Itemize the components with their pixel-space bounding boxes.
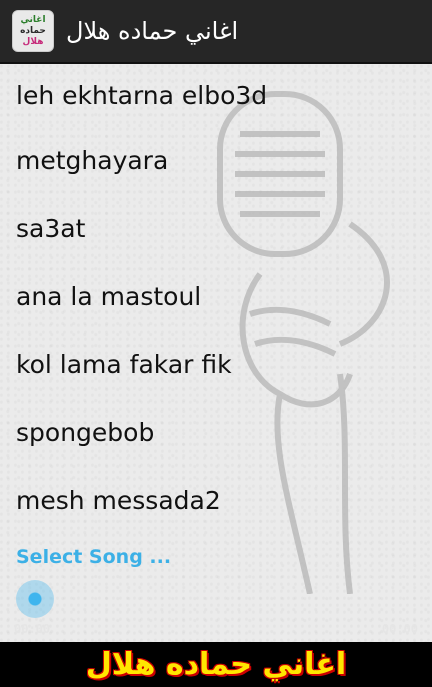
song-item[interactable]: sa3at	[0, 194, 432, 262]
seek-bar-thumb[interactable]	[16, 580, 54, 618]
song-list: leh ekhtarna elbo3d metghayara sa3at ana…	[0, 64, 432, 534]
song-item[interactable]: spongebob	[0, 398, 432, 466]
elapsed-time: 00:00	[14, 622, 51, 636]
song-item[interactable]: kol lama fakar fik	[0, 330, 432, 398]
logo-line-2: حماده	[20, 25, 46, 36]
logo-line-1: اغاني	[20, 14, 46, 25]
action-bar: اغاني حماده هلال اغاني حماده هلال	[0, 0, 432, 64]
song-item[interactable]: mesh messada2	[0, 466, 432, 534]
banner-text: اغاني حماده هلال	[85, 647, 347, 682]
ad-banner[interactable]: اغاني حماده هلال	[0, 642, 432, 687]
logo-line-3: هلال	[22, 36, 44, 47]
app-title: اغاني حماده هلال	[66, 17, 239, 45]
song-item[interactable]: ana la mastoul	[0, 262, 432, 330]
audio-player: 00:00 00:00	[0, 570, 432, 642]
song-item[interactable]: metghayara	[0, 126, 432, 194]
duration-time: 00:00	[381, 622, 418, 636]
player-status: Select Song ...	[16, 546, 172, 568]
song-list-screen: leh ekhtarna elbo3d metghayara sa3at ana…	[0, 64, 432, 642]
song-item[interactable]: leh ekhtarna elbo3d	[0, 64, 432, 126]
app-logo-icon[interactable]: اغاني حماده هلال	[12, 10, 54, 52]
